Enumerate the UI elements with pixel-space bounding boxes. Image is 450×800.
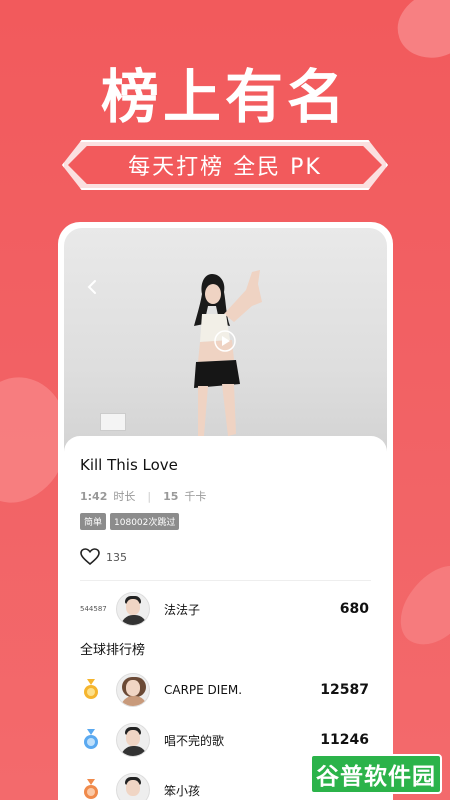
- skip-count-tag: 108002次跳过: [110, 513, 180, 530]
- subtitle-banner: 每天打榜 全民 PK: [62, 140, 388, 190]
- silver-medal-icon: [80, 729, 116, 751]
- song-title: Kill This Love: [80, 456, 178, 474]
- my-score: 680: [339, 601, 369, 617]
- bronze-medal-icon: [80, 779, 116, 800]
- leaderboard-score: 11246: [320, 732, 369, 748]
- leaderboard-title: 全球排行榜: [80, 643, 146, 658]
- decorative-petal: [389, 551, 450, 659]
- calories-label: 千卡: [184, 490, 207, 503]
- song-detail-sheet: Kill This Love 1:42 时长 | 15 千卡 简单 108002…: [64, 436, 387, 800]
- my-ranking-row[interactable]: 544587 法法子 680: [80, 591, 371, 627]
- my-rank: 544587: [80, 605, 107, 613]
- tag-list: 简单 108002次跳过: [80, 513, 371, 530]
- meta-separator: |: [147, 489, 152, 503]
- avatar[interactable]: [116, 592, 150, 626]
- my-username: 法法子: [164, 602, 201, 617]
- heart-icon[interactable]: [80, 548, 100, 566]
- leaderboard-row[interactable]: CARPE DIEM. 12587: [80, 672, 371, 708]
- avatar[interactable]: [116, 723, 150, 757]
- video-player[interactable]: [64, 228, 387, 460]
- leaderboard-username: 笨小孩: [164, 783, 201, 798]
- like-row: 135: [80, 548, 371, 566]
- gold-medal-icon: [80, 679, 116, 701]
- phone-mockup: Kill This Love 1:42 时长 | 15 千卡 简单 108002…: [58, 222, 393, 800]
- song-meta: 1:42 时长 | 15 千卡: [80, 488, 371, 504]
- hero-title: 榜上有名: [100, 63, 349, 131]
- like-count: 135: [106, 550, 127, 564]
- avatar[interactable]: [116, 773, 150, 800]
- dancer-image: [194, 270, 262, 436]
- duration-label: 时长: [113, 490, 136, 503]
- leaderboard-username: 唱不完的歌: [164, 733, 225, 748]
- calories-value: 15: [163, 489, 179, 503]
- leaderboard-username: CARPE DIEM.: [164, 683, 243, 697]
- difficulty-tag: 简单: [80, 513, 107, 530]
- site-watermark: 谷普软件园: [310, 754, 442, 794]
- divider: [80, 580, 371, 581]
- back-arrow-icon[interactable]: [84, 278, 102, 296]
- subtitle-text: 每天打榜 全民 PK: [68, 146, 382, 184]
- leaderboard-row[interactable]: 唱不完的歌 11246: [80, 722, 371, 758]
- leaderboard-score: 12587: [320, 682, 369, 698]
- avatar[interactable]: [116, 673, 150, 707]
- play-icon[interactable]: [214, 330, 236, 352]
- duration-value: 1:42: [80, 489, 108, 503]
- wall-outlet: [100, 413, 126, 431]
- app-screen: Kill This Love 1:42 时长 | 15 千卡 简单 108002…: [64, 228, 387, 800]
